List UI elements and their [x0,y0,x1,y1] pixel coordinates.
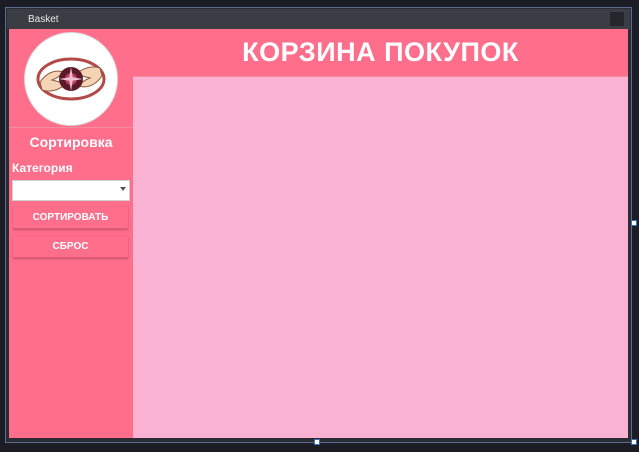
resize-handle-corner[interactable] [631,439,637,445]
sort-heading: Сортировка [29,134,113,150]
designer-surface: Basket Сортировка Категория СОРТИРОВАТЬ … [0,0,639,452]
sort-button[interactable]: СОРТИРОВАТЬ [13,207,128,229]
window-title: Basket [28,14,59,25]
window-client-area: Сортировка Категория СОРТИРОВАТЬ СБРОС К… [9,29,628,438]
chevron-down-icon[interactable] [120,187,126,191]
logo-cell [9,29,133,128]
category-label: Категория [12,161,73,175]
header-bar: КОРЗИНА ПОКУПОК [133,29,628,77]
reset-button[interactable]: СБРОС [13,236,128,258]
page-title: КОРЗИНА ПОКУПОК [242,37,519,67]
hands-eye-logo-icon [25,33,117,125]
sidebar: Сортировка Категория СОРТИРОВАТЬ СБРОС [9,29,133,438]
content-frame [133,77,628,438]
resize-handle-bottom[interactable] [314,439,320,445]
category-select[interactable] [12,180,130,201]
window-control-button[interactable] [610,12,624,26]
resize-handle-right[interactable] [631,220,637,226]
title-bar[interactable]: Basket [7,9,630,29]
